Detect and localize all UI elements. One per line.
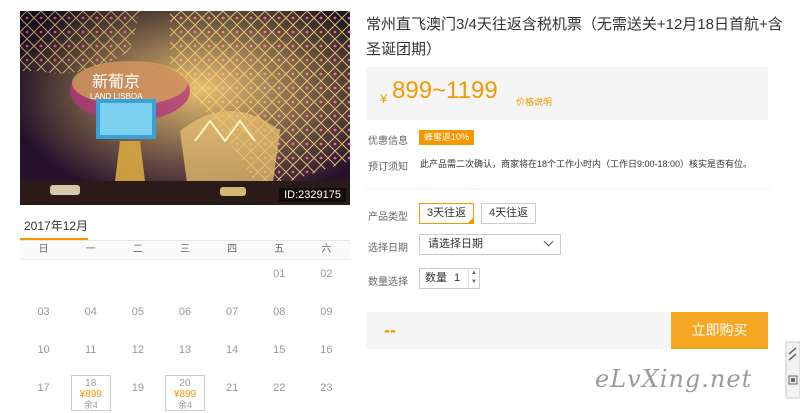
section-divider bbox=[366, 188, 770, 189]
quantity-prefix: 数量 bbox=[425, 272, 447, 284]
day-number: 20 bbox=[179, 378, 191, 389]
price-panel: ¥ 899~1199 价格说明 bbox=[366, 67, 768, 120]
calendar-day: 02 bbox=[320, 268, 333, 280]
calendar-day[interactable]: 20 ¥899 余4 bbox=[161, 374, 208, 412]
calendar-month-tab[interactable]: 2017年12月 bbox=[20, 215, 350, 240]
weekday-label: 六 bbox=[321, 244, 332, 255]
calendar-day: 08 bbox=[273, 306, 286, 318]
calendar-day: 11 bbox=[85, 344, 97, 356]
calendar-day: 22 bbox=[273, 382, 286, 394]
calendar-day: 15 bbox=[273, 344, 286, 356]
price-range: 899~1199 bbox=[392, 77, 498, 104]
chevron-down-icon bbox=[543, 236, 554, 247]
calendar-day: 06 bbox=[178, 306, 192, 318]
available-date-box[interactable]: 20 ¥899 余4 bbox=[164, 375, 205, 411]
promo-label: 优惠信息 bbox=[368, 136, 408, 147]
calendar-day: 03 bbox=[37, 306, 50, 318]
calendar-day: 12 bbox=[131, 344, 144, 356]
product-image: 新葡京 LAND LISBOA ID:2329175 bbox=[20, 11, 350, 205]
promo-badge: 蜂蜜返10% bbox=[419, 130, 475, 145]
quantity-arrows: ▲ ▼ bbox=[468, 269, 479, 288]
calendar-day bbox=[114, 260, 161, 298]
calendar-day bbox=[161, 260, 208, 298]
calendar-day: 07 bbox=[226, 306, 239, 318]
calendar-day: 13 bbox=[178, 344, 192, 356]
calendar-day: 10 bbox=[37, 344, 50, 356]
calendar-day: 16 bbox=[320, 344, 333, 356]
quantity-stepper[interactable]: 数量 1 ▲ ▼ bbox=[419, 268, 480, 289]
calendar-day[interactable]: 18 ¥899 余4 bbox=[67, 374, 114, 412]
type-option-4day[interactable]: 4天往返 bbox=[481, 203, 537, 224]
price-explanation-link[interactable]: 价格说明 bbox=[516, 95, 552, 108]
calendar-day bbox=[20, 260, 67, 298]
available-date-box[interactable]: 18 ¥899 余4 bbox=[70, 375, 111, 411]
booking-notice-label: 预订须知 bbox=[368, 162, 408, 173]
currency-symbol: ¥ bbox=[380, 91, 388, 106]
weekday-label: 一 bbox=[85, 244, 96, 255]
calendar-day: 09 bbox=[320, 306, 333, 318]
increment-arrow-icon[interactable]: ▲ bbox=[469, 269, 479, 278]
calendar-grid: 01 02 03 04 05 06 07 08 09 10 11 12 13 14 15 16 17 18 ¥899… bbox=[20, 260, 350, 412]
calendar-day: 05 bbox=[131, 306, 144, 318]
day-number: 18 bbox=[85, 378, 97, 389]
day-stock: 余4 bbox=[83, 400, 98, 410]
calendar-day: 19 bbox=[131, 382, 144, 394]
weekday-label: 五 bbox=[274, 244, 285, 255]
product-type-label: 产品类型 bbox=[368, 212, 408, 223]
date-label: 选择日期 bbox=[368, 243, 408, 254]
watermark-logo: eLvXing.net bbox=[595, 365, 753, 393]
calendar-day: 04 bbox=[84, 306, 97, 318]
casino-night-illustration: 新葡京 LAND LISBOA bbox=[20, 11, 350, 205]
booking-notice-text: 此产品需二次确认，商家将在18个工作小时内（工作日9:00-18:00）核实是否… bbox=[420, 159, 753, 169]
calendar-day: 21 bbox=[226, 382, 239, 394]
type-option-3day[interactable]: 3天往返 bbox=[419, 203, 475, 224]
calendar-day: 01 bbox=[273, 268, 286, 280]
day-stock: 余4 bbox=[177, 400, 192, 410]
decrement-arrow-icon[interactable]: ▼ bbox=[469, 278, 479, 287]
calendar-weekday-header: 日一二三四五六 bbox=[20, 240, 350, 260]
weekday-label: 二 bbox=[132, 244, 143, 255]
quantity-value[interactable]: 1 bbox=[454, 269, 460, 288]
purchase-bar: -- 立即购买 bbox=[366, 312, 768, 349]
day-price: ¥899 bbox=[173, 389, 197, 400]
total-price: -- bbox=[384, 320, 396, 340]
date-select[interactable]: 请选择日期 bbox=[419, 234, 561, 255]
weekday-label: 四 bbox=[227, 244, 238, 255]
calendar-day bbox=[209, 260, 256, 298]
image-id-badge: ID:2329175 bbox=[279, 188, 346, 202]
departure-calendar: 2017年12月 日 一 二 三 四 五 六 01 02 03 04 05 06 07 08 09 10 11 1… bbox=[20, 215, 350, 412]
product-page: 新葡京 LAND LISBOA ID:2329175 2017年12月 日 一 二 三… bbox=[0, 0, 800, 413]
hero-sign-text: 新葡京 bbox=[92, 72, 140, 91]
calendar-day: 23 bbox=[320, 382, 333, 394]
day-price: ¥899 bbox=[79, 389, 102, 400]
buy-now-button[interactable]: 立即购买 bbox=[671, 312, 768, 349]
calendar-day: 17 bbox=[37, 382, 50, 394]
date-select-value: 请选择日期 bbox=[428, 238, 483, 250]
calendar-day: 14 bbox=[226, 344, 239, 356]
weekday-label: 三 bbox=[179, 244, 190, 255]
hero-sign-subtext: LAND LISBOA bbox=[90, 92, 143, 101]
side-toolbar-icon bbox=[785, 341, 800, 399]
quantity-label: 数量选择 bbox=[368, 277, 408, 288]
product-title: 常州直飞澳门3/4天往返含税机票（无需送关+12月18日首航+含圣诞团期） bbox=[366, 16, 783, 58]
calendar-day bbox=[67, 260, 114, 298]
weekday-label: 日 bbox=[38, 244, 49, 255]
side-toolbar[interactable] bbox=[784, 340, 800, 400]
